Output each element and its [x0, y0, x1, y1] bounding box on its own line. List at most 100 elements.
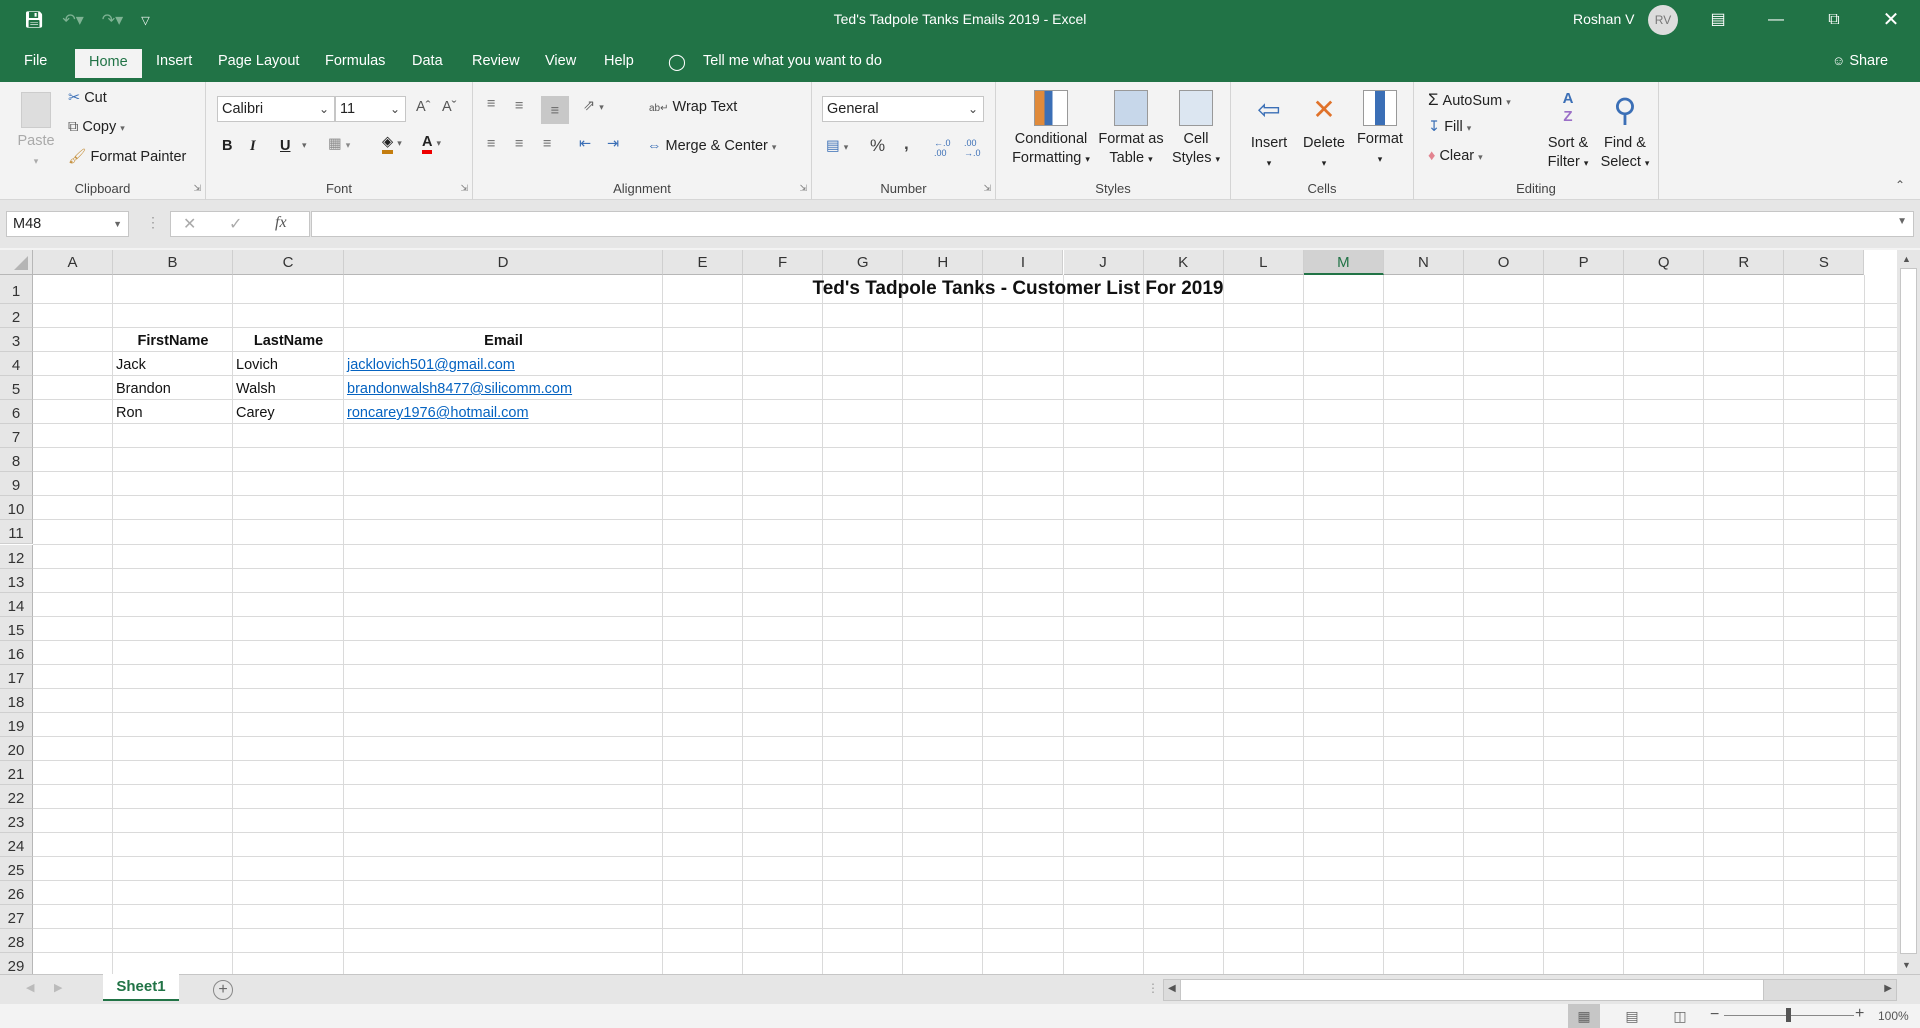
align-middle-icon[interactable]: ≡ [515, 98, 523, 114]
column-header-b[interactable]: B [113, 250, 233, 275]
name-box[interactable]: M48 ▼ [6, 211, 129, 237]
column-header-h[interactable]: H [903, 250, 984, 275]
cell-styles-button[interactable]: Cell Styles ▾ [1168, 90, 1224, 169]
italic-button[interactable]: I [250, 138, 256, 155]
tab-help[interactable]: Help [604, 53, 634, 82]
delete-cells-button[interactable]: ✕ Delete ▾ [1297, 90, 1351, 173]
tab-home[interactable]: Home [75, 49, 142, 78]
next-sheet-icon[interactable]: ▶ [54, 981, 62, 994]
column-header-r[interactable]: R [1704, 250, 1785, 275]
cell-firstname[interactable]: Jack [113, 357, 146, 373]
wrap-text-button[interactable]: ab↵ Wrap Text [649, 99, 737, 115]
splitter-handle[interactable]: ⋮ [146, 214, 160, 231]
prev-sheet-icon[interactable]: ◀ [26, 981, 34, 994]
row-header-27[interactable]: 27 [0, 905, 33, 930]
align-top-icon[interactable]: ≡ [487, 96, 495, 112]
column-header-f[interactable]: F [743, 250, 824, 275]
row-header-10[interactable]: 10 [0, 496, 33, 521]
formula-input[interactable]: ▼ [311, 211, 1914, 237]
font-color-button[interactable]: A ▾ [422, 134, 441, 154]
minimize-icon[interactable]: — [1753, 0, 1799, 40]
column-header-d[interactable]: D [344, 250, 663, 275]
fill-color-button[interactable]: ◈ ▾ [382, 134, 402, 154]
clear-button[interactable]: ♦ Clear ▾ [1428, 148, 1483, 164]
underline-button[interactable]: U [280, 138, 290, 154]
insert-function-icon[interactable]: fx [275, 214, 287, 232]
cell-lastname[interactable]: Walsh [233, 381, 276, 397]
enter-icon[interactable]: ✓ [229, 214, 242, 234]
page-layout-view-icon[interactable]: ▤ [1616, 1004, 1648, 1028]
header-email[interactable]: Email [344, 333, 663, 349]
copy-button[interactable]: ⧉ Copy ▾ [68, 119, 125, 135]
percent-style-button[interactable]: % [870, 136, 885, 156]
merge-center-button[interactable]: ⇔ Merge & Center ▾ [647, 138, 776, 154]
share-button[interactable]: ☺ Share [1832, 53, 1888, 69]
cell-email-link[interactable]: roncarey1976@hotmail.com [344, 405, 529, 421]
increase-indent-icon[interactable]: ⇥ [607, 136, 619, 152]
sheet-tab-sheet1[interactable]: Sheet1 [103, 974, 179, 1001]
scroll-left-icon[interactable]: ◀ [1168, 983, 1176, 994]
align-center-icon[interactable]: ≡ [515, 136, 523, 152]
column-header-l[interactable]: L [1223, 250, 1304, 275]
number-launcher-icon[interactable]: ⇲ [983, 183, 991, 194]
align-left-icon[interactable]: ≡ [487, 136, 495, 152]
cell-firstname[interactable]: Brandon [113, 381, 171, 397]
scroll-down-icon[interactable]: ▼ [1902, 960, 1911, 970]
insert-cells-button[interactable]: ⇦ Insert ▾ [1243, 90, 1295, 173]
row-header-16[interactable]: 16 [0, 640, 33, 665]
decrease-font-size-icon[interactable]: Aˇ [442, 99, 457, 115]
decrease-decimal-icon[interactable]: .00 →.0 [964, 138, 981, 158]
row-header-20[interactable]: 20 [0, 736, 33, 761]
tell-me-search[interactable]: Tell me what you want to do [703, 53, 882, 69]
accounting-format-icon[interactable]: ▤ ▾ [826, 138, 848, 154]
bold-button[interactable]: B [222, 138, 232, 154]
tab-review[interactable]: Review [472, 53, 520, 82]
row-header-19[interactable]: 19 [0, 712, 33, 737]
fill-button[interactable]: ↧ Fill ▾ [1428, 119, 1471, 135]
row-header-11[interactable]: 11 [0, 520, 33, 545]
row-header-1[interactable]: 1 [0, 275, 33, 304]
column-header-s[interactable]: S [1784, 250, 1865, 275]
column-header-i[interactable]: I [983, 250, 1064, 275]
horizontal-scrollbar[interactable]: ◀ ▶ [1163, 979, 1897, 1001]
normal-view-icon[interactable]: ▦ [1568, 1004, 1600, 1028]
column-header-a[interactable]: A [33, 250, 113, 275]
row-header-7[interactable]: 7 [0, 424, 33, 449]
ribbon-display-options-icon[interactable]: ▤ [1695, 0, 1741, 40]
format-cells-button[interactable]: Format ▾ [1353, 90, 1407, 169]
row-header-23[interactable]: 23 [0, 809, 33, 834]
cut-button[interactable]: ✂ Cut [68, 90, 107, 106]
column-header-n[interactable]: N [1383, 250, 1464, 275]
row-header-17[interactable]: 17 [0, 664, 33, 689]
find-select-button[interactable]: ⚲ Find & Select ▾ [1596, 90, 1654, 173]
zoom-out-icon[interactable]: − [1710, 1006, 1719, 1024]
increase-decimal-icon[interactable]: ←.0.00 [934, 138, 951, 158]
sort-filter-button[interactable]: AZ Sort & Filter ▾ [1540, 90, 1596, 173]
row-header-8[interactable]: 8 [0, 448, 33, 473]
format-painter-button[interactable]: 🖌︎ Format Painter [68, 148, 186, 165]
worksheet-grid[interactable]: ABCDEFGHIJKLMNOPQRS 1 2 3 4 5 6 7 8 9 10 11 12 13 14 1… [0, 250, 1920, 974]
paste-button[interactable]: Paste ▾ [14, 92, 58, 171]
row-header-21[interactable]: 21 [0, 760, 33, 785]
scroll-right-icon[interactable]: ▶ [1884, 983, 1892, 994]
autosum-button[interactable]: Σ AutoSum ▾ [1428, 90, 1511, 110]
font-launcher-icon[interactable]: ⇲ [460, 183, 468, 194]
select-all-button[interactable] [0, 250, 33, 275]
row-header-3[interactable]: 3 [0, 328, 33, 353]
column-header-p[interactable]: P [1544, 250, 1625, 275]
header-firstname[interactable]: FirstName [113, 333, 233, 349]
row-header-12[interactable]: 12 [0, 544, 33, 569]
row-header-6[interactable]: 6 [0, 400, 33, 425]
cell-email-link[interactable]: brandonwalsh8477@silicomm.com [344, 381, 572, 397]
row-header-25[interactable]: 25 [0, 857, 33, 882]
cell-email-link[interactable]: jacklovich501@gmail.com [344, 357, 515, 373]
align-right-icon[interactable]: ≡ [543, 136, 551, 152]
format-as-table-button[interactable]: Format as Table ▾ [1096, 90, 1166, 169]
tab-page-layout[interactable]: Page Layout [218, 53, 299, 82]
row-header-9[interactable]: 9 [0, 472, 33, 497]
number-format-select[interactable]: General ⌄ [822, 96, 984, 122]
tab-insert[interactable]: Insert [156, 53, 192, 82]
row-header-15[interactable]: 15 [0, 616, 33, 641]
vertical-scroll-thumb[interactable] [1900, 268, 1917, 954]
decrease-indent-icon[interactable]: ⇤ [579, 136, 591, 152]
